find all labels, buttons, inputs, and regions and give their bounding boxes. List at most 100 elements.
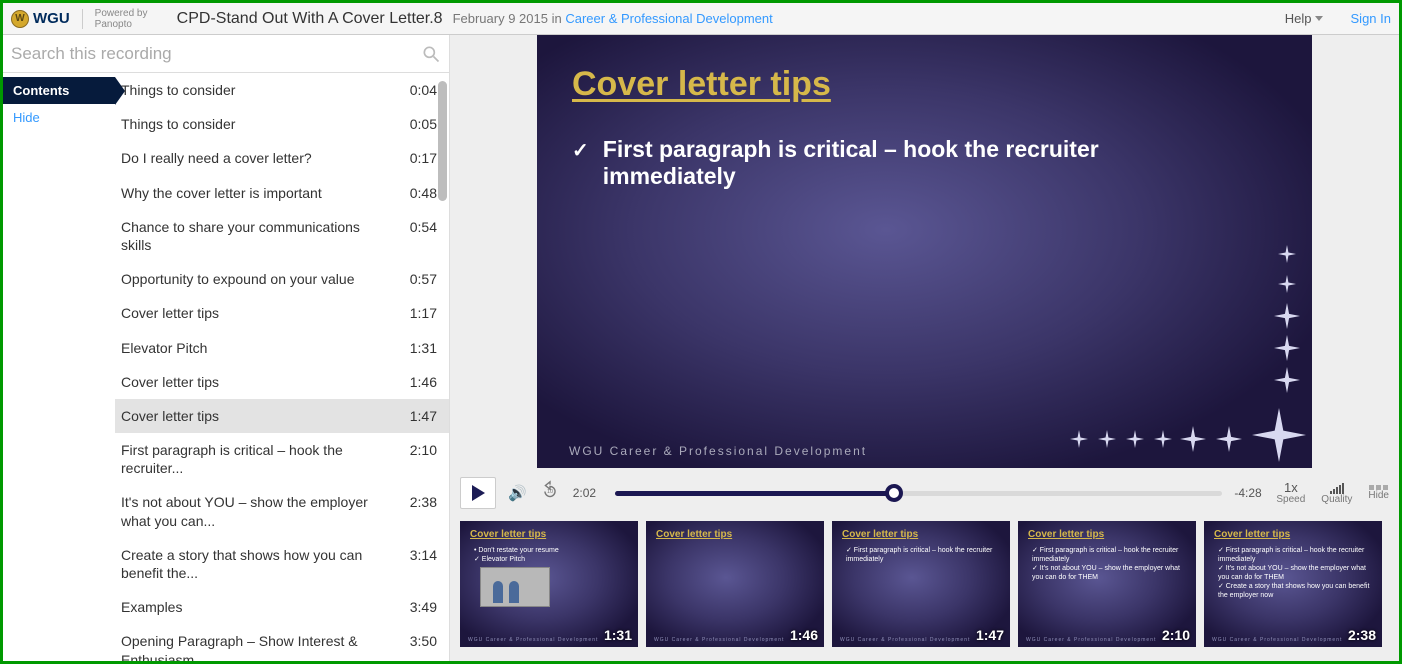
- play-icon: [472, 485, 485, 501]
- compass-icon: [1126, 430, 1144, 448]
- check-icon: ✓: [572, 136, 589, 190]
- help-label: Help: [1285, 11, 1312, 26]
- toc-time: 1:46: [399, 373, 437, 391]
- toc-time: 2:38: [399, 493, 437, 511]
- thumb-time: 2:10: [1162, 627, 1190, 643]
- toc-time: 3:50: [399, 632, 437, 650]
- quality-button[interactable]: Quality: [1321, 482, 1352, 505]
- toc-item[interactable]: First paragraph is critical – hook the r…: [115, 433, 449, 485]
- thumbnail[interactable]: Cover letter tipsWGU Career & Profession…: [646, 521, 824, 647]
- elevator-image: [480, 567, 550, 607]
- svg-text:10: 10: [547, 488, 553, 494]
- help-menu[interactable]: Help: [1285, 11, 1323, 26]
- compass-icon: [1252, 408, 1306, 462]
- toc-item[interactable]: Cover letter tips1:46: [115, 365, 449, 399]
- toc-item[interactable]: Do I really need a cover letter?0:17: [115, 141, 449, 175]
- speed-button[interactable]: 1x Speed: [1276, 481, 1305, 505]
- sidebar-wrap: Contents Hide Things to consider0:04Thin…: [3, 73, 449, 661]
- folder-link[interactable]: Career & Professional Development: [565, 11, 772, 26]
- thumb-title: Cover letter tips: [470, 529, 628, 540]
- toc-label: Cover letter tips: [121, 407, 399, 425]
- toc-item[interactable]: Create a story that shows how you can be…: [115, 538, 449, 590]
- recording-date: February 9 2015: [453, 11, 548, 26]
- speed-label: Speed: [1276, 495, 1305, 505]
- thumbnail[interactable]: Cover letter tips✓ First paragraph is cr…: [1018, 521, 1196, 647]
- toc-item[interactable]: Opportunity to expound on your value0:57: [115, 262, 449, 296]
- thumb-footer: WGU Career & Professional Development: [1026, 637, 1156, 643]
- compass-icon: [1180, 426, 1206, 452]
- thumb-time: 1:46: [790, 627, 818, 643]
- thumb-footer: WGU Career & Professional Development: [840, 637, 970, 643]
- sign-in-link[interactable]: Sign In: [1351, 11, 1391, 26]
- search-input[interactable]: [11, 44, 421, 64]
- toc-time: 0:17: [399, 149, 437, 167]
- toc-label: Examples: [121, 598, 399, 616]
- toc-time: 1:31: [399, 339, 437, 357]
- toc-label: Why the cover letter is important: [121, 184, 399, 202]
- slide-footer: WGU Career & Professional Development: [569, 444, 867, 458]
- thumb-bullets: ✓ First paragraph is critical – hook the…: [1214, 546, 1372, 601]
- thumbnail[interactable]: Cover letter tips✓ First paragraph is cr…: [832, 521, 1010, 647]
- thumbnail[interactable]: Cover letter tips • Don't restate your re…: [460, 521, 638, 647]
- header-bar: W WGU Powered by Panopto CPD-Stand Out W…: [3, 3, 1399, 35]
- toc-label: First paragraph is critical – hook the r…: [121, 441, 399, 477]
- toc-time: 3:49: [399, 598, 437, 616]
- player-controls: 🔊 10 2:02 -4:28 1x Speed Quality: [450, 473, 1399, 513]
- toc-item[interactable]: Why the cover letter is important0:48: [115, 176, 449, 210]
- compass-icon: [1274, 367, 1300, 393]
- toc-item[interactable]: Cover letter tips1:47: [115, 399, 449, 433]
- tab-contents[interactable]: Contents: [3, 77, 115, 104]
- toc-label: It's not about YOU – show the employer w…: [121, 493, 399, 529]
- toc-item[interactable]: Elevator Pitch1:31: [115, 331, 449, 365]
- brand-logo[interactable]: W WGU: [11, 10, 70, 28]
- sidebar-tabs: Contents Hide: [3, 73, 115, 661]
- progress-bar[interactable]: [615, 491, 1223, 496]
- compass-icon: [1274, 303, 1300, 329]
- hide-thumbs-button[interactable]: Hide: [1368, 485, 1389, 501]
- toc-item[interactable]: Things to consider0:04: [115, 73, 449, 107]
- toc-time: 2:10: [399, 441, 437, 459]
- compass-icon: [1098, 430, 1116, 448]
- toc-item[interactable]: Cover letter tips1:17: [115, 296, 449, 330]
- toc-time: 1:47: [399, 407, 437, 425]
- toc-item[interactable]: Things to consider0:05: [115, 107, 449, 141]
- toc-label: Opening Paragraph – Show Interest & Enth…: [121, 632, 399, 661]
- thumb-title: Cover letter tips: [842, 529, 1000, 540]
- toc-item[interactable]: Chance to share your communications skil…: [115, 210, 449, 262]
- volume-button[interactable]: 🔊: [508, 484, 527, 502]
- slide-bullet: ✓ First paragraph is critical – hook the…: [572, 136, 1132, 190]
- scrollbar-thumb[interactable]: [438, 81, 447, 201]
- progress-handle[interactable]: [885, 484, 903, 502]
- toc-panel[interactable]: Things to consider0:04Things to consider…: [115, 73, 449, 661]
- thumb-time: 1:31: [604, 627, 632, 643]
- toc-item[interactable]: Examples3:49: [115, 590, 449, 624]
- toc-label: Cover letter tips: [121, 304, 399, 322]
- toc-item[interactable]: It's not about YOU – show the employer w…: [115, 485, 449, 537]
- thumbnail[interactable]: Cover letter tips✓ First paragraph is cr…: [1204, 521, 1382, 647]
- play-button[interactable]: [460, 477, 496, 509]
- thumb-bullets: • Don't restate your resume✓ Elevator Pi…: [470, 546, 628, 564]
- current-slide: Cover letter tips ✓ First paragraph is c…: [537, 35, 1312, 468]
- toc-item[interactable]: Opening Paragraph – Show Interest & Enth…: [115, 624, 449, 661]
- thumb-time: 2:38: [1348, 627, 1376, 643]
- recording-title: CPD-Stand Out With A Cover Letter.8: [177, 10, 443, 28]
- quality-icon: [1330, 482, 1344, 494]
- toc-label: Do I really need a cover letter?: [121, 149, 399, 167]
- compass-icon: [1154, 430, 1172, 448]
- quality-label: Quality: [1321, 495, 1352, 505]
- thumbnail-strip[interactable]: Cover letter tips • Don't restate your re…: [450, 513, 1399, 661]
- replay-10-button[interactable]: 10: [539, 480, 561, 507]
- slide-bullet-text: First paragraph is critical – hook the r…: [603, 136, 1132, 190]
- remaining-time: -4:28: [1234, 486, 1264, 500]
- toc-label: Things to consider: [121, 115, 399, 133]
- toc-label: Elevator Pitch: [121, 339, 399, 357]
- compass-icon: [1278, 275, 1296, 293]
- search-icon[interactable]: [421, 44, 441, 64]
- progress-fill: [615, 491, 895, 496]
- thumb-bullets: ✓ First paragraph is critical – hook the…: [1028, 546, 1186, 582]
- recording-meta: February 9 2015 in Career & Professional…: [453, 11, 773, 26]
- tab-hide[interactable]: Hide: [3, 104, 115, 131]
- header-right: Help Sign In: [1285, 11, 1391, 26]
- slide-title: Cover letter tips: [572, 65, 1262, 104]
- toc-time: 0:48: [399, 184, 437, 202]
